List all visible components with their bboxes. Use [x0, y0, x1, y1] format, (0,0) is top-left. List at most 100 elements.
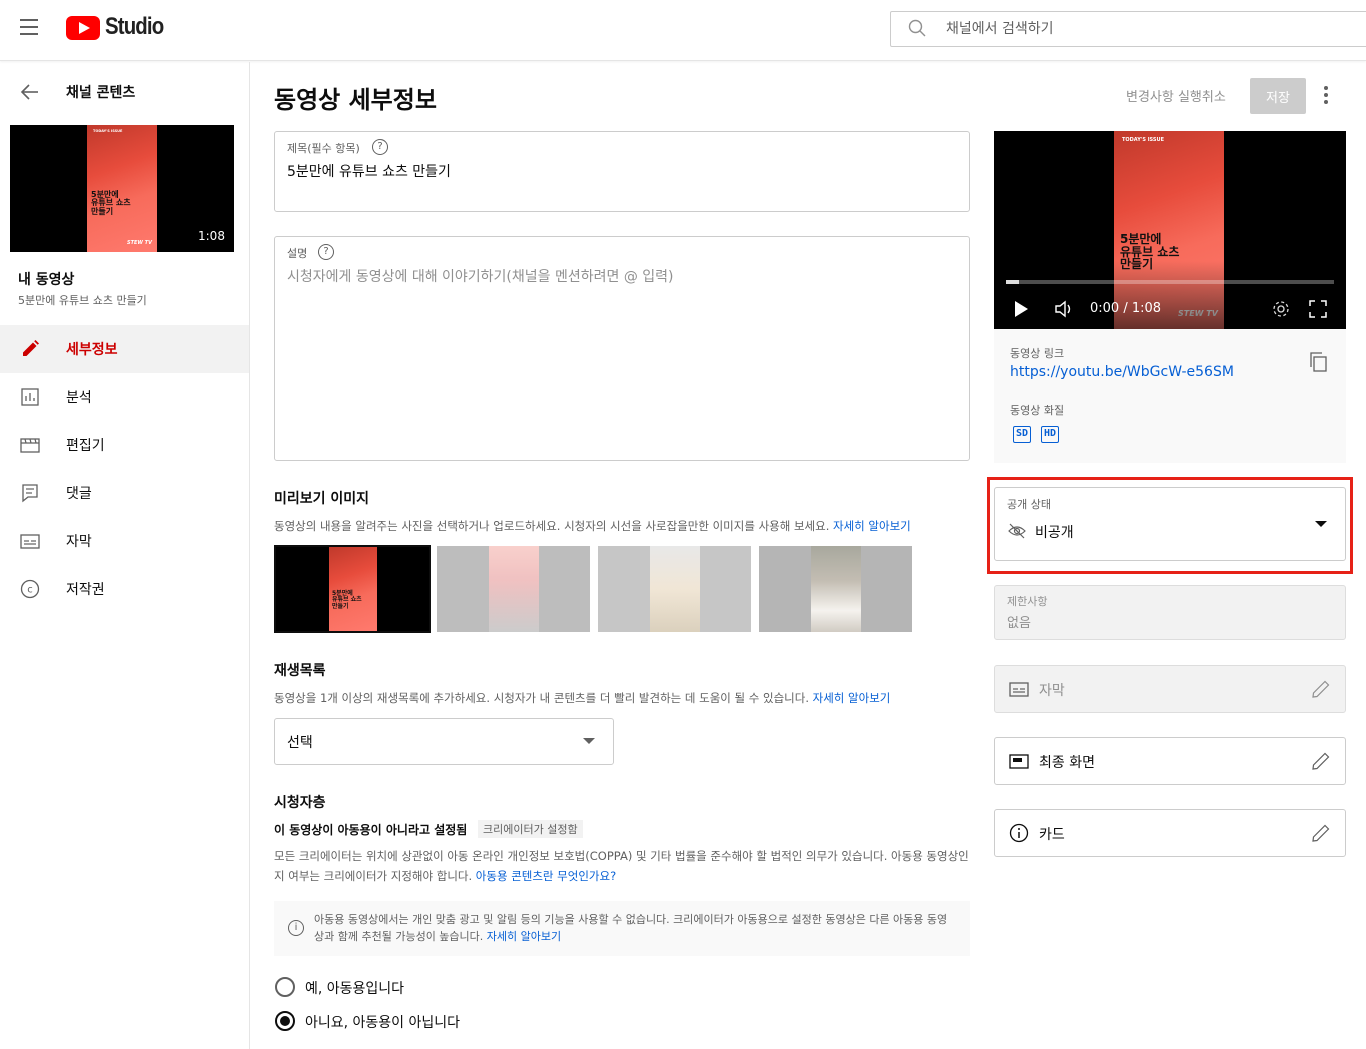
- title-value[interactable]: 5분만에 유튜브 쇼츠 만들기: [287, 161, 451, 181]
- coppa-description: 모든 크리에이터는 위치에 상관없이 아동 온라인 개인정보 보호법(COPPA…: [274, 849, 969, 883]
- pencil-icon[interactable]: [1311, 751, 1331, 771]
- kids-info-text: 아동용 동영상에서는 개인 맞춤 광고 및 알림 등의 기능을 사용할 수 없습…: [314, 913, 948, 943]
- sidebar-item-label: 댓글: [66, 486, 92, 502]
- pencil-icon[interactable]: [1311, 679, 1331, 699]
- end-screen-card[interactable]: 최종 화면: [994, 737, 1346, 785]
- subtitles-icon: [20, 534, 40, 549]
- video-quality-label: 동영상 화질: [1010, 404, 1065, 417]
- thumbnail-option-2[interactable]: [437, 546, 590, 632]
- save-button[interactable]: 저장: [1250, 78, 1306, 114]
- poster-title-text: 5분만에 유튜브 쇼츠 만들기: [332, 590, 362, 610]
- help-icon[interactable]: ?: [372, 139, 388, 155]
- player-time: 0:00 / 1:08: [1090, 301, 1162, 316]
- volume-icon[interactable]: [1054, 300, 1074, 318]
- back-to-channel-content[interactable]: 채널 콘텐츠: [66, 82, 135, 102]
- hd-badge-icon: HD: [1041, 426, 1059, 443]
- sidebar-item-editor[interactable]: 편집기: [0, 421, 249, 469]
- learn-more-link[interactable]: 자세히 알아보기: [487, 930, 561, 943]
- svg-text:c: c: [27, 585, 33, 596]
- copyright-icon: c: [20, 579, 40, 599]
- help-icon[interactable]: ?: [318, 244, 334, 260]
- eye-off-icon: [1008, 523, 1026, 539]
- more-options-icon[interactable]: [1316, 86, 1336, 106]
- undo-changes-button[interactable]: 변경사항 실행취소: [1126, 86, 1226, 105]
- dropdown-arrow-icon: [1315, 521, 1327, 527]
- sidebar-item-comments[interactable]: 댓글: [0, 469, 249, 517]
- radio-made-for-kids-no[interactable]: [275, 1011, 295, 1031]
- analytics-icon: [21, 388, 39, 406]
- sidebar-item-subtitles[interactable]: 자막: [0, 517, 249, 565]
- fullscreen-icon[interactable]: [1309, 300, 1327, 318]
- video-duration: 1:08: [198, 229, 225, 243]
- playlist-section-description: 동영상을 1개 이상의 재생목록에 추가하세요. 시청자가 내 콘텐츠를 더 빨…: [274, 691, 891, 705]
- learn-more-link[interactable]: 자세히 알아보기: [813, 691, 891, 705]
- sidebar-video-title: 5분만에 유튜브 쇼츠 만들기: [18, 294, 147, 307]
- audience-section-heading: 시청자층: [274, 795, 326, 811]
- sidebar-item-label: 세부정보: [66, 342, 118, 358]
- card-label: 카드: [1039, 827, 1065, 843]
- copy-icon[interactable]: [1309, 352, 1327, 372]
- thumbnail-option-selected[interactable]: 5분만에 유튜브 쇼츠 만들기: [274, 545, 431, 633]
- thumbnail-section-heading: 미리보기 이미지: [274, 491, 370, 507]
- gear-icon[interactable]: [1272, 300, 1290, 318]
- kids-content-link[interactable]: 아동용 콘텐츠란 무엇인가요?: [476, 869, 616, 883]
- sd-badge-icon: SD: [1013, 426, 1031, 443]
- playlist-select[interactable]: [274, 718, 614, 765]
- sidebar-item-copyright[interactable]: c 저작권: [0, 565, 249, 613]
- player-controls-gradient: [994, 261, 1346, 329]
- card-label: 자막: [1039, 683, 1065, 699]
- editor-icon: [20, 438, 40, 453]
- poster-title-text: 5분만에 유튜브 쇼츠 만들기: [91, 190, 131, 216]
- dropdown-arrow-icon: [583, 738, 595, 744]
- pencil-icon: [23, 340, 39, 356]
- cards-card[interactable]: 카드: [994, 809, 1346, 857]
- restrictions-label: 제한사항: [1007, 595, 1048, 608]
- title-field-label: 제목(필수 항목): [287, 142, 360, 155]
- sidebar-item-analytics[interactable]: 분석: [0, 373, 249, 421]
- playlist-select-value: 선택: [287, 735, 313, 751]
- restrictions-value: 없음: [1007, 616, 1031, 631]
- radio-label-no[interactable]: 아니요, 아동용이 아닙니다: [305, 1012, 460, 1032]
- video-link[interactable]: https://youtu.be/WbGcW-e56SM: [1010, 364, 1234, 380]
- search-input[interactable]: [946, 18, 1346, 40]
- studio-logo-text[interactable]: Studio: [105, 13, 164, 41]
- video-link-label: 동영상 링크: [1010, 347, 1065, 360]
- player-progress-bar[interactable]: [1006, 280, 1334, 284]
- back-arrow-icon[interactable]: [20, 82, 40, 102]
- play-icon[interactable]: [1015, 301, 1028, 317]
- search-icon[interactable]: [908, 19, 926, 37]
- audience-status: 이 동영상이 아동용이 아니라고 설정됨: [274, 823, 468, 837]
- visibility-label: 공개 상태: [1007, 498, 1051, 511]
- sidebar-item-label: 자막: [66, 534, 92, 550]
- menu-icon[interactable]: [20, 19, 40, 37]
- card-label: 최종 화면: [1039, 755, 1095, 771]
- comments-icon: [22, 484, 38, 503]
- sidebar-item-details[interactable]: 세부정보: [0, 325, 249, 373]
- end-screen-icon: [1009, 754, 1029, 769]
- info-icon: i: [288, 920, 304, 936]
- subtitles-card[interactable]: 자막: [994, 665, 1346, 713]
- youtube-logo-icon[interactable]: [66, 16, 100, 40]
- sidebar-item-label: 저작권: [66, 582, 105, 598]
- poster-tag-text: STEW TV: [127, 240, 152, 246]
- thumbnail-poster: TODAY'S ISSUE 5분만에 유튜브 쇼츠 만들기 STEW TV: [87, 125, 157, 252]
- pencil-icon[interactable]: [1311, 823, 1331, 843]
- playlist-section-heading: 재생목록: [274, 663, 326, 679]
- learn-more-link[interactable]: 자세히 알아보기: [833, 519, 911, 533]
- poster-issue-text: TODAY'S ISSUE: [1122, 137, 1165, 143]
- video-player[interactable]: TODAY'S ISSUE 5분만에 유튜브 쇼츠 만들기 STEW TV: [994, 131, 1346, 329]
- thumbnail-option-3[interactable]: [598, 546, 751, 632]
- description-field-label: 설명: [287, 247, 308, 260]
- radio-made-for-kids-yes[interactable]: [275, 977, 295, 997]
- thumbnail-poster: 5분만에 유튜브 쇼츠 만들기: [329, 547, 377, 631]
- radio-label-yes[interactable]: 예, 아동용입니다: [305, 978, 404, 998]
- subtitles-icon: [1009, 682, 1029, 697]
- player-progress-fill: [1006, 280, 1019, 284]
- poster-issue-text: TODAY'S ISSUE: [93, 129, 123, 133]
- visibility-value: 비공개: [1035, 525, 1074, 541]
- thumbnail-option-4[interactable]: [759, 546, 912, 632]
- info-icon: [1009, 823, 1029, 843]
- set-by-creator-badge: 크리에이터가 설정함: [478, 820, 583, 838]
- thumbnail-section-description: 동영상의 내용을 알려주는 사진을 선택하거나 업로드하세요. 시청자의 시선을…: [274, 519, 911, 533]
- description-placeholder[interactable]: 시청자에게 동영상에 대해 이야기하기(채널을 멘션하려면 @ 입력): [287, 266, 674, 286]
